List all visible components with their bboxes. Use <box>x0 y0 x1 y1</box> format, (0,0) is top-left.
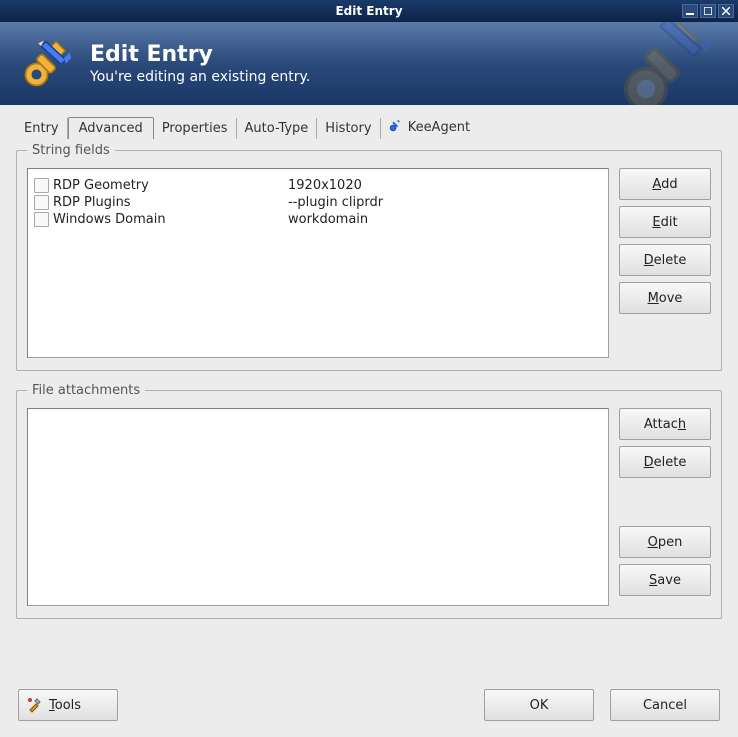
page-icon <box>34 178 49 193</box>
edit-button[interactable]: Edit <box>619 206 711 238</box>
window-title: Edit Entry <box>335 4 402 18</box>
string-fields-group: String fields RDP Geometry 1920x1020 RDP… <box>16 143 722 371</box>
file-attachments-legend: File attachments <box>27 383 145 398</box>
attachment-delete-button[interactable]: Delete <box>619 446 711 478</box>
tab-bar: Entry Advanced Properties Auto-Type Hist… <box>6 113 732 139</box>
dialog-subtitle: You're editing an existing entry. <box>90 69 310 85</box>
tab-advanced[interactable]: Advanced <box>68 117 154 139</box>
string-field-value: --plugin cliprdr <box>288 195 602 210</box>
key-icon <box>389 119 402 136</box>
page-icon <box>34 195 49 210</box>
string-field-name: RDP Plugins <box>53 195 288 210</box>
cancel-button[interactable]: Cancel <box>610 689 720 721</box>
save-button[interactable]: Save <box>619 564 711 596</box>
tab-auto-type[interactable]: Auto-Type <box>237 118 318 139</box>
tools-icon <box>27 697 43 713</box>
string-field-value: workdomain <box>288 212 602 227</box>
tab-keeagent[interactable]: KeeAgent <box>381 116 479 139</box>
list-item[interactable]: RDP Plugins --plugin cliprdr <box>34 194 602 211</box>
dialog-footer: Tools OK Cancel <box>6 681 732 731</box>
key-pencil-icon <box>20 36 75 91</box>
file-attachments-group: File attachments Attach Delete Open Save <box>16 383 722 619</box>
open-button[interactable]: Open <box>619 526 711 558</box>
string-field-name: Windows Domain <box>53 212 288 227</box>
move-button[interactable]: Move <box>619 282 711 314</box>
window-titlebar: Edit Entry <box>0 0 738 22</box>
dialog-title: Edit Entry <box>90 42 310 67</box>
page-icon <box>34 212 49 227</box>
ok-button[interactable]: OK <box>484 689 594 721</box>
attach-button[interactable]: Attach <box>619 408 711 440</box>
dialog-header: Edit Entry You're editing an existing en… <box>0 22 738 105</box>
add-button[interactable]: Add <box>619 168 711 200</box>
maximize-button[interactable] <box>700 4 716 18</box>
delete-button[interactable]: Delete <box>619 244 711 276</box>
minimize-button[interactable] <box>682 4 698 18</box>
tools-button[interactable]: Tools <box>18 689 118 721</box>
tab-entry[interactable]: Entry <box>16 118 68 139</box>
list-item[interactable]: RDP Geometry 1920x1020 <box>34 177 602 194</box>
string-fields-list[interactable]: RDP Geometry 1920x1020 RDP Plugins --plu… <box>27 168 609 358</box>
list-item[interactable]: Windows Domain workdomain <box>34 211 602 228</box>
string-field-name: RDP Geometry <box>53 178 288 193</box>
header-bg-key-icon <box>608 22 728 105</box>
file-attachments-list[interactable] <box>27 408 609 606</box>
tab-properties[interactable]: Properties <box>154 118 237 139</box>
string-field-value: 1920x1020 <box>288 178 602 193</box>
close-button[interactable] <box>718 4 734 18</box>
tab-history[interactable]: History <box>317 118 380 139</box>
string-fields-legend: String fields <box>27 143 115 158</box>
